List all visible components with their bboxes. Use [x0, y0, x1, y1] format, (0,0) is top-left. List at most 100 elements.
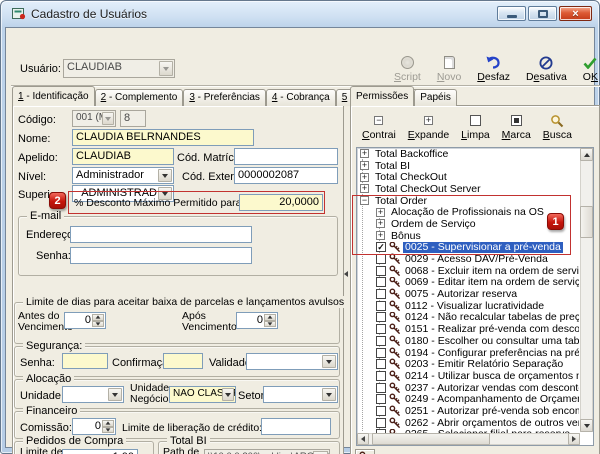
close-button[interactable]: × [559, 6, 592, 21]
validade-combobox[interactable] [246, 353, 338, 370]
tab-permiss-es[interactable]: Permissões [350, 86, 414, 106]
contrai-button[interactable]: −Contrai [362, 112, 396, 142]
confirmacao-field[interactable] [163, 353, 203, 369]
setor-combobox[interactable] [263, 386, 338, 403]
spin-down-button[interactable] [264, 321, 276, 328]
user-combobox[interactable]: CLAUDIAB [63, 59, 175, 78]
path-consultas-field[interactable]: \\10.0.0.200\publico\ARQUIVOS\ [204, 449, 330, 454]
email-senha-field[interactable] [70, 247, 252, 264]
desativa-button[interactable]: Desativa [526, 54, 567, 84]
scroll-down-button[interactable] [580, 419, 593, 432]
desconto-field[interactable]: 20,0000 [239, 194, 323, 211]
combo-dropdown-button[interactable] [108, 388, 122, 401]
tree-item[interactable]: +Ordem de Serviço [357, 218, 579, 230]
tree-item[interactable]: +Total Backoffice [357, 148, 579, 160]
codigo-series-combobox[interactable]: 001 (M [72, 110, 116, 127]
combo-dropdown-button[interactable] [159, 61, 173, 76]
limpa-button[interactable]: Limpa [461, 112, 490, 142]
checkbox-unchecked[interactable] [376, 301, 386, 311]
tree-item[interactable]: −Total Order [357, 195, 579, 207]
spin-down-button[interactable] [92, 321, 104, 328]
maximize-button[interactable] [528, 6, 557, 21]
unidade-negocios-combobox[interactable]: NAO CLASSIFI [169, 386, 236, 403]
tree-item[interactable]: 0151 - Realizar pré-venda com descontos … [357, 323, 579, 335]
checkbox-unchecked[interactable] [376, 383, 386, 393]
checkbox-unchecked[interactable] [376, 277, 386, 287]
tree-item[interactable]: 0029 - Acesso DAV/Pré-Venda [357, 253, 579, 265]
vertical-scroll-thumb[interactable] [580, 206, 593, 238]
nome-field[interactable]: CLAUDIA BELRNANDES [72, 129, 254, 146]
comissao-stepper[interactable]: 0 [72, 418, 116, 435]
collapse-toggle-icon[interactable]: − [360, 196, 369, 205]
spinner-buttons[interactable] [264, 314, 276, 327]
expand-toggle-icon[interactable]: + [360, 149, 369, 158]
expand-toggle-icon[interactable]: + [376, 208, 385, 217]
matricula-field[interactable] [234, 148, 338, 165]
scroll-right-button[interactable] [568, 433, 580, 445]
apos-vencimento-stepper[interactable]: 0 [236, 312, 278, 329]
combo-dropdown-button[interactable] [158, 169, 172, 182]
checkbox-unchecked[interactable] [376, 371, 386, 381]
checkbox-unchecked[interactable] [376, 359, 386, 369]
checkbox-unchecked[interactable] [376, 418, 386, 428]
ok-button[interactable]: OK [583, 54, 598, 84]
novo-button[interactable]: Novo [437, 54, 462, 84]
script-button[interactable]: Script [394, 54, 421, 84]
busca-button[interactable]: Busca [543, 112, 572, 142]
tree-item[interactable]: +Alocação de Profissionais na OS [357, 206, 579, 218]
nivel-combobox[interactable]: Administrador [72, 167, 174, 184]
apelido-field[interactable]: CLAUDIAB [72, 148, 174, 165]
checkbox-unchecked[interactable] [376, 254, 386, 264]
tree-item[interactable]: 0180 - Escolher ou consultar uma tabela … [357, 335, 579, 347]
checkbox-unchecked[interactable] [376, 348, 386, 358]
tab-2-complemento[interactable]: 2 - Complemento [95, 89, 184, 106]
spinner-buttons[interactable] [92, 314, 104, 327]
expand-toggle-icon[interactable]: + [360, 161, 369, 170]
tree-item[interactable]: ✓0025 - Supervisionar a pré-venda [357, 242, 579, 254]
seguranca-senha-field[interactable] [62, 353, 108, 369]
tab-1-identifica-o[interactable]: 1 - Identificação [12, 86, 95, 106]
tree-item[interactable]: 0075 - Autorizar reserva [357, 288, 579, 300]
tree-item[interactable]: +Total CheckOut Server [357, 183, 579, 195]
tab-pap-is[interactable]: Papéis [414, 89, 457, 106]
tree-item[interactable]: 0069 - Editar item na ordem de serviço [357, 277, 579, 289]
vertical-scrollbar[interactable] [580, 148, 593, 432]
checkbox-unchecked[interactable] [376, 289, 386, 299]
externo-field[interactable]: 0000002087 [234, 167, 338, 184]
scroll-left-button[interactable] [357, 433, 369, 445]
combo-dropdown-button[interactable] [322, 355, 336, 368]
tree-item[interactable]: 0214 - Utilizar busca de orçamentos na p… [357, 370, 579, 382]
checkbox-unchecked[interactable] [376, 324, 386, 334]
tree-item[interactable]: +Total CheckOut [357, 171, 579, 183]
expand-toggle-icon[interactable]: + [376, 231, 385, 240]
spin-down-button[interactable] [102, 427, 114, 434]
combo-dropdown-button[interactable] [102, 112, 114, 125]
checkbox-unchecked[interactable] [376, 312, 386, 322]
tab-4-cobran-a[interactable]: 4 - Cobrança [266, 89, 336, 106]
spinner-buttons[interactable] [102, 420, 114, 433]
tree-item[interactable]: 0237 - Autorizar vendas com desconto aci… [357, 382, 579, 394]
tree-item[interactable]: 0251 - Autorizar pré-venda sob encomenda [357, 405, 579, 417]
tree-item[interactable]: +Total BI [357, 160, 579, 172]
checkbox-unchecked[interactable] [376, 266, 386, 276]
expand-toggle-icon[interactable]: + [376, 219, 385, 228]
checkbox-unchecked[interactable] [376, 336, 386, 346]
credito-field[interactable] [261, 418, 331, 435]
tree-item[interactable]: 0068 - Excluir item na ordem de serviço [357, 265, 579, 277]
desfaz-button[interactable]: Desfaz [477, 54, 510, 84]
endereco-field[interactable] [70, 226, 252, 243]
marca-button[interactable]: Marca [502, 112, 531, 142]
panel-splitter-arrow[interactable] [344, 271, 348, 277]
limite-compra-field[interactable]: 1,00 [62, 449, 138, 454]
tree-item[interactable]: 0249 - Acompanhamento de Orçamentos [357, 393, 579, 405]
checkbox-unchecked[interactable] [376, 394, 386, 404]
combo-dropdown-button[interactable] [322, 388, 336, 401]
tree-item[interactable]: 0112 - Visualizar lucratividade [357, 300, 579, 312]
checkbox-checked[interactable]: ✓ [376, 242, 386, 252]
tree-item[interactable]: 0124 - Não recalcular tabelas de preços [357, 312, 579, 324]
expand-toggle-icon[interactable]: + [360, 173, 369, 182]
expande-button[interactable]: +Expande [408, 112, 449, 142]
tree-item[interactable]: 0203 - Emitir Relatório Separação [357, 358, 579, 370]
tab-3-prefer-ncias[interactable]: 3 - Preferências [183, 89, 266, 106]
tree-item[interactable]: 0262 - Abrir orçamentos de outros vended… [357, 417, 579, 429]
